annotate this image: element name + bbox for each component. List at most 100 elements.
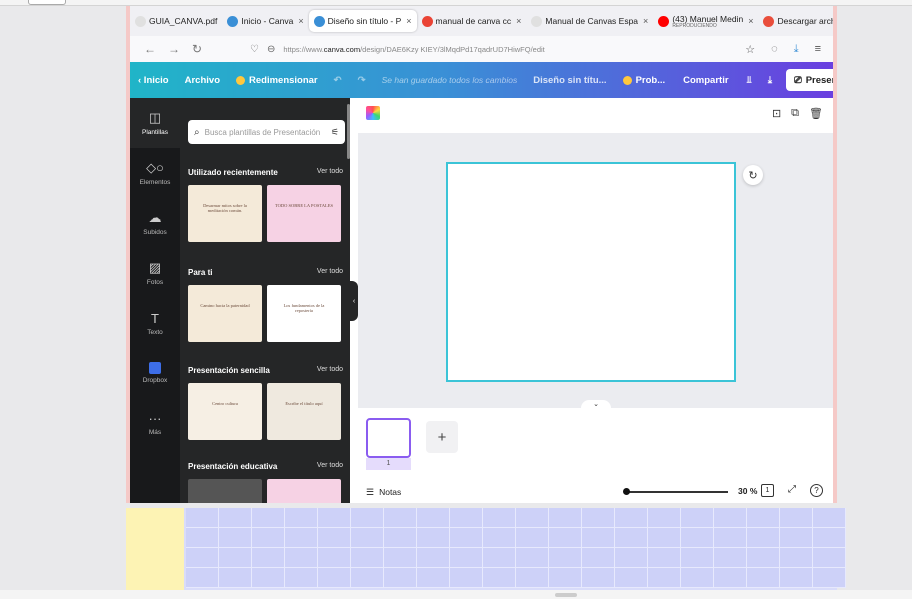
grid-cell[interactable] — [516, 508, 549, 528]
grid-cell[interactable] — [186, 568, 219, 588]
grid-cell[interactable] — [549, 548, 582, 568]
grid-cell[interactable] — [351, 508, 384, 528]
grid-cell[interactable] — [219, 568, 252, 588]
rail-item-fotos[interactable]: ▨ Fotos — [130, 248, 180, 298]
grid-cell[interactable] — [747, 548, 780, 568]
grid-cell[interactable] — [813, 508, 846, 528]
grid-cell[interactable] — [285, 508, 318, 528]
grid-cell[interactable] — [285, 548, 318, 568]
color-picker-icon[interactable] — [366, 106, 380, 120]
template-search-input[interactable]: ⌕ Busca plantillas de Presentación ⚟ — [188, 120, 345, 144]
grid-cell[interactable] — [417, 508, 450, 528]
rail-item-plantillas[interactable]: ◫ Plantillas — [130, 98, 180, 148]
menu-icon[interactable]: ≡ — [815, 43, 821, 56]
template-thumbnail[interactable]: Los fundamentos de la repostería — [267, 285, 341, 342]
grid-cell[interactable] — [681, 508, 714, 528]
duplicate-page-icon[interactable]: ⧉ — [791, 107, 799, 120]
see-all-link[interactable]: Ver todo — [317, 366, 343, 375]
template-thumbnail[interactable]: Centro cultura — [188, 383, 262, 440]
grid-cell[interactable] — [483, 548, 516, 568]
grid-cell[interactable] — [384, 528, 417, 548]
forward-arrow-icon[interactable]: → — [168, 42, 180, 56]
grid-cell[interactable] — [219, 508, 252, 528]
zoom-knob[interactable] — [623, 488, 630, 495]
slide-canvas[interactable] — [446, 162, 736, 382]
rail-item-elementos[interactable]: ◇○ Elementos — [130, 148, 180, 198]
grid-cell[interactable] — [615, 528, 648, 548]
grid-cell[interactable] — [450, 548, 483, 568]
template-thumbnail[interactable]: Escribe el título aquí — [267, 383, 341, 440]
grid-cell[interactable] — [219, 548, 252, 568]
grid-cell[interactable] — [615, 548, 648, 568]
grid-cell[interactable] — [252, 548, 285, 568]
grid-cell[interactable] — [681, 528, 714, 548]
grid-cell[interactable] — [186, 528, 219, 548]
grid-cell[interactable] — [582, 548, 615, 568]
grid-cell[interactable] — [252, 528, 285, 548]
template-thumbnail[interactable] — [267, 479, 341, 503]
grid-cell[interactable] — [714, 528, 747, 548]
grid-cell[interactable] — [681, 548, 714, 568]
grid-cell[interactable] — [219, 528, 252, 548]
bookmark-star-icon[interactable]: ☆ — [745, 43, 755, 56]
grid-cell[interactable] — [483, 508, 516, 528]
back-arrow-icon[interactable]: ← — [144, 42, 156, 56]
close-tab-icon[interactable]: × — [406, 16, 411, 26]
rail-item-subidos[interactable]: ☁ Subidos — [130, 198, 180, 248]
page-thumbnail[interactable] — [366, 418, 411, 458]
grid-cell[interactable] — [549, 508, 582, 528]
share-button[interactable]: Compartir — [673, 75, 738, 86]
insights-icon[interactable]: ⫫ — [739, 75, 760, 86]
grid-cell[interactable] — [648, 548, 681, 568]
grid-cell[interactable] — [516, 528, 549, 548]
panel-scrollbar[interactable] — [347, 104, 350, 159]
grid-cell[interactable] — [483, 528, 516, 548]
grid-cell[interactable] — [582, 528, 615, 548]
grid-cell[interactable] — [549, 528, 582, 548]
grid-cell[interactable] — [450, 528, 483, 548]
rail-item-texto[interactable]: T Texto — [130, 298, 180, 348]
grid-cell[interactable] — [450, 508, 483, 528]
grid-cell[interactable] — [351, 528, 384, 548]
zoom-slider[interactable] — [628, 491, 728, 493]
address-field[interactable]: ♡ ⊖ https://www. canva.com/design/DAE6Kzy… — [250, 44, 720, 55]
grid-cell[interactable] — [615, 508, 648, 528]
see-all-link[interactable]: Ver todo — [317, 168, 343, 177]
redo-icon[interactable]: ↷ — [350, 75, 374, 86]
grid-cell[interactable] — [615, 568, 648, 588]
add-page-button[interactable]: + — [426, 421, 458, 453]
rail-item-dropbox[interactable]: Dropbox — [130, 348, 180, 398]
grid-cell[interactable] — [252, 508, 285, 528]
grid-cell[interactable] — [813, 548, 846, 568]
grid-cell[interactable] — [516, 568, 549, 588]
grid-cell[interactable] — [648, 528, 681, 548]
grid-cell[interactable] — [747, 508, 780, 528]
grid-cell[interactable] — [516, 548, 549, 568]
close-tab-icon[interactable]: × — [748, 16, 753, 26]
add-page-icon[interactable]: ⊡ — [772, 107, 781, 120]
grid-cell[interactable] — [186, 548, 219, 568]
grid-cell[interactable] — [417, 548, 450, 568]
template-thumbnail[interactable] — [188, 479, 262, 503]
grid-cell[interactable] — [714, 568, 747, 588]
resize-button[interactable]: Redimensionar — [228, 75, 326, 86]
close-tab-icon[interactable]: × — [516, 16, 521, 26]
status-tab[interactable] — [555, 593, 577, 597]
grid-cell[interactable] — [780, 528, 813, 548]
reload-icon[interactable]: ↻ — [192, 42, 202, 56]
grid-cell[interactable] — [582, 508, 615, 528]
grid-cell[interactable] — [318, 548, 351, 568]
grid-cell[interactable] — [384, 508, 417, 528]
notes-button[interactable]: ☰ Notas — [358, 487, 401, 498]
browser-tab[interactable]: Diseño sin título - P × — [308, 10, 417, 32]
refresh-icon[interactable]: ↻ — [743, 165, 763, 185]
grid-cell[interactable] — [417, 528, 450, 548]
grid-cell[interactable] — [813, 568, 846, 588]
zoom-value[interactable]: 30 % — [738, 486, 757, 496]
close-tab-icon[interactable]: × — [643, 16, 648, 26]
chevron-down-icon[interactable]: ⌄ — [581, 400, 611, 410]
grid-cell[interactable] — [681, 568, 714, 588]
delete-page-icon[interactable]: 🗑 — [809, 107, 823, 120]
outer-tab[interactable] — [28, 0, 66, 5]
see-all-link[interactable]: Ver todo — [317, 268, 343, 277]
